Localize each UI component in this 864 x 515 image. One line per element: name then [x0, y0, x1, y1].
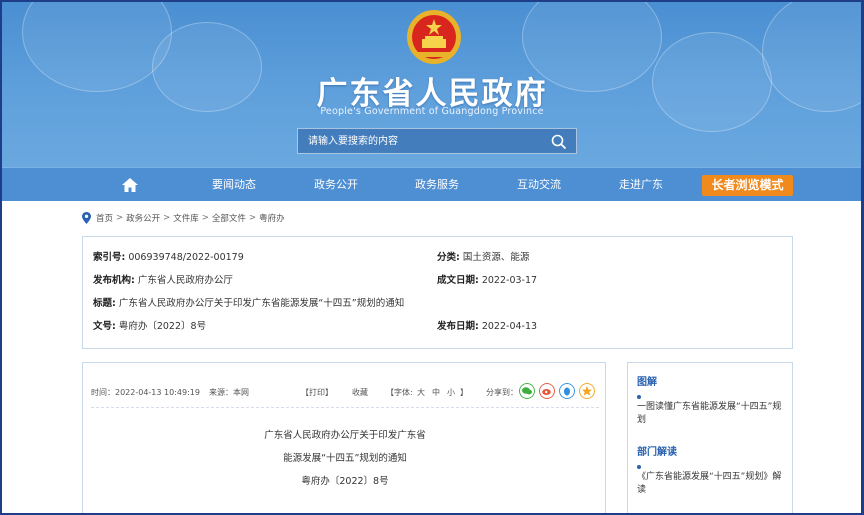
- meta-category-key: 分类:: [437, 252, 460, 263]
- search-input[interactable]: [298, 129, 542, 153]
- article-title-line2: 能源发展“十四五”规划的通知: [283, 453, 407, 464]
- meta-published-value: 2022-04-13: [481, 321, 538, 332]
- meta-created-value: 2022-03-17: [481, 275, 538, 286]
- elder-mode-button[interactable]: 长者浏览模式: [702, 175, 793, 196]
- wechat-share-icon[interactable]: [519, 383, 535, 399]
- article-time: 时间：2022-04-13 10:49:19: [91, 388, 200, 397]
- meta-title-key: 标题:: [93, 298, 116, 309]
- national-emblem-icon: [407, 10, 461, 64]
- font-size-small[interactable]: 小: [447, 387, 455, 398]
- breadcrumb-separator: >: [163, 213, 171, 223]
- nav-item-about-guangdong[interactable]: 走进广东: [607, 168, 675, 202]
- nav-item-gov-affairs[interactable]: 政务公开: [302, 168, 370, 202]
- document-meta-box: 索引号: 006939748/2022-00179 分类: 国土资源、能源 发布…: [82, 236, 793, 349]
- search-icon[interactable]: [550, 133, 568, 151]
- breadcrumb-gov-affairs[interactable]: 政务公开: [126, 212, 160, 224]
- nav-item-news[interactable]: 要闻动态: [200, 168, 268, 202]
- font-size-medium[interactable]: 中: [432, 387, 440, 398]
- meta-docno-value: 粤府办〔2022〕8号: [118, 321, 207, 332]
- meta-created-key: 成文日期:: [437, 275, 479, 286]
- breadcrumb-current: 粤府办: [259, 214, 285, 224]
- breadcrumb-separator: >: [116, 213, 124, 223]
- meta-publisher: 发布机构: 广东省人民政府办公厅: [93, 272, 233, 286]
- list-bullet: [637, 395, 641, 399]
- weibo-share-icon[interactable]: [539, 383, 555, 399]
- meta-created-date: 成文日期: 2022-03-17: [437, 272, 537, 286]
- related-side-panel: 图解 一图读懂广东省能源发展“十四五”规划 部门解读 《广东省能源发展“十四五”…: [627, 362, 793, 513]
- meta-title: 标题: 广东省人民政府办公厅关于印发广东省能源发展“十四五”规划的通知: [93, 295, 404, 309]
- site-subtitle: People's Government of Guangdong Provinc…: [320, 106, 544, 117]
- qzone-share-icon[interactable]: [579, 383, 595, 399]
- page-frame: 广东省人民政府 People's Government of Guangdong…: [0, 0, 864, 515]
- meta-index: 索引号: 006939748/2022-00179: [93, 249, 244, 263]
- share-label: 分享到：: [486, 388, 518, 397]
- header-banner: 广东省人民政府 People's Government of Guangdong…: [2, 2, 861, 167]
- meta-category: 分类: 国土资源、能源: [437, 249, 529, 263]
- breadcrumb-separator: >: [248, 213, 257, 223]
- toolbar-divider: [91, 407, 599, 408]
- font-size-large[interactable]: 大: [417, 387, 425, 398]
- breadcrumb-separator: >: [201, 213, 209, 223]
- print-button[interactable]: 【打印】: [301, 387, 333, 398]
- article-panel: 时间：2022-04-13 10:49:19 来源：本网 【打印】 收藏 【字体…: [82, 362, 606, 513]
- qq-share-icon[interactable]: [559, 383, 575, 399]
- location-pin-icon: [82, 212, 91, 224]
- font-size-open: 【字体:: [386, 388, 413, 397]
- home-icon[interactable]: [121, 176, 139, 194]
- nav-item-interaction[interactable]: 互动交流: [505, 168, 573, 202]
- meta-publisher-key: 发布机构:: [93, 275, 135, 286]
- article-doc-number: 粤府办〔2022〕8号: [301, 476, 389, 487]
- list-bullet: [637, 465, 641, 469]
- meta-index-value: 006939748/2022-00179: [128, 252, 244, 263]
- meta-published-key: 发布日期:: [437, 321, 479, 332]
- meta-published-date: 发布日期: 2022-04-13: [437, 318, 537, 332]
- breadcrumb-home[interactable]: 首页: [96, 212, 113, 224]
- nav-item-gov-services[interactable]: 政务服务: [403, 168, 471, 202]
- breadcrumb-all-files[interactable]: 全部文件: [212, 212, 246, 224]
- infographic-section-title: 图解: [637, 377, 657, 388]
- favorite-button[interactable]: 收藏: [352, 387, 368, 398]
- infographic-link[interactable]: 一图读懂广东省能源发展“十四五”规划: [637, 401, 787, 427]
- meta-publisher-value: 广东省人民政府办公厅: [137, 275, 233, 286]
- breadcrumb-file-library[interactable]: 文件库: [173, 212, 199, 224]
- interpretation-link[interactable]: 《广东省能源发展“十四五”规划》解读: [637, 471, 787, 497]
- search-box: [297, 128, 577, 154]
- article-toolbar: 时间：2022-04-13 10:49:19 来源：本网 【打印】 收藏 【字体…: [91, 383, 599, 401]
- meta-category-value: 国土资源、能源: [462, 252, 530, 263]
- meta-docno-key: 文号:: [93, 321, 116, 332]
- article-source: 来源：本网: [209, 388, 249, 397]
- article-title-line1: 广东省人民政府办公厅关于印发广东省: [264, 430, 426, 441]
- meta-title-value: 广东省人民政府办公厅关于印发广东省能源发展“十四五”规划的通知: [118, 298, 405, 309]
- meta-doc-number: 文号: 粤府办〔2022〕8号: [93, 318, 206, 332]
- font-size-close: 】: [460, 388, 468, 397]
- breadcrumb: 首页 > 政务公开 > 文件库 > 全部文件 > 粤府办: [82, 211, 285, 225]
- meta-index-key: 索引号:: [93, 252, 126, 263]
- main-nav: 要闻动态 政务公开 政务服务 互动交流 走进广东 长者浏览模式: [2, 167, 861, 202]
- interpretation-section-title: 部门解读: [637, 447, 677, 458]
